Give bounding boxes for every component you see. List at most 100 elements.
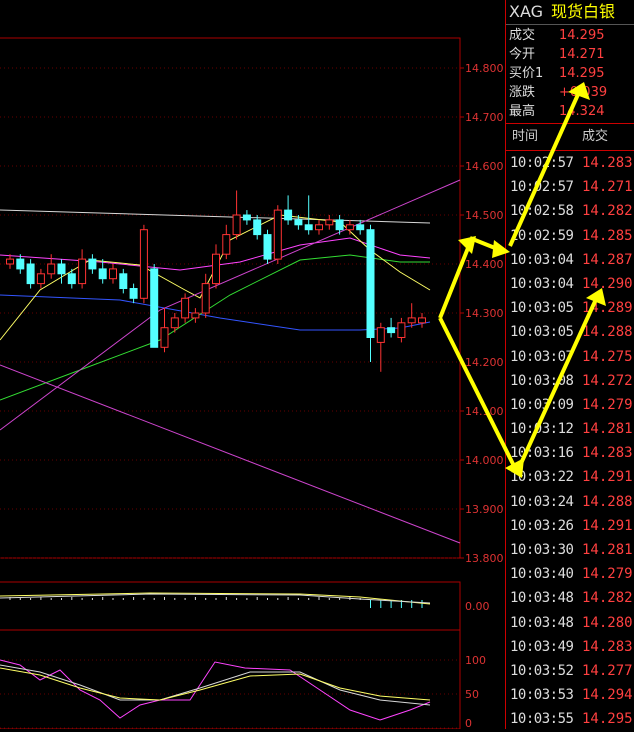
tick-time: 10:03:16	[510, 445, 574, 462]
tick-time: 10:03:55	[510, 711, 574, 728]
tick-row: 10:02:59 14.285	[506, 224, 634, 248]
quote-label: 成交	[509, 28, 536, 43]
tick-row: 10:03:08 14.272	[506, 369, 634, 393]
quote-value: +0.039	[559, 85, 608, 100]
price-tick-label: 14.500	[465, 209, 504, 222]
candle-body	[201, 283, 210, 314]
ticks-header: 时间 成交	[506, 124, 634, 151]
tick-price: 14.289	[582, 300, 633, 317]
ticks-list[interactable]: 10:02:57 14.283 10:02:57 14.271 10:02:58 14.2…	[506, 151, 634, 732]
candle-body	[304, 224, 313, 231]
price-tick-label: 14.400	[465, 258, 504, 271]
candle-body	[387, 327, 396, 334]
candle-body	[273, 209, 282, 260]
candle-body	[129, 288, 138, 299]
quote-value: 14.295	[559, 28, 605, 43]
tick-time: 10:03:53	[510, 687, 574, 704]
tick-time: 10:03:05	[510, 300, 574, 317]
candle-body	[98, 268, 107, 280]
quote-row-open: 今开 14.271	[506, 45, 634, 64]
candle-body	[366, 229, 375, 338]
tick-price: 14.291	[582, 469, 633, 486]
candle-body	[150, 268, 159, 348]
tick-price: 14.285	[582, 227, 633, 244]
quote-label: 涨跌	[509, 85, 536, 100]
candle-body	[376, 327, 385, 343]
ticks-header-time: 时间	[512, 129, 539, 144]
sub2-line-white	[0, 664, 431, 706]
tick-price: 14.282	[582, 590, 633, 607]
quote-label: 最高	[509, 104, 536, 119]
trend-line-down	[0, 364, 461, 544]
tick-row: 10:03:24 14.288	[506, 490, 634, 514]
candle-body	[397, 322, 406, 338]
candle-body	[139, 229, 148, 299]
tick-row: 10:03:09 14.279	[506, 393, 634, 417]
price-tick-label: 14.200	[465, 356, 504, 369]
sub1-line-white	[0, 593, 431, 604]
candle-body	[57, 263, 66, 275]
tick-row: 10:02:58 14.282	[506, 199, 634, 223]
tick-time: 10:02:59	[510, 227, 574, 244]
tick-row: 10:03:05 14.288	[506, 320, 634, 344]
tick-price: 14.281	[582, 421, 633, 438]
candle-body	[26, 263, 35, 285]
sub2-tick-label: 50	[465, 688, 479, 701]
tick-time: 10:03:04	[510, 251, 574, 268]
tick-price: 14.277	[582, 662, 633, 679]
candle-body	[191, 312, 200, 319]
tick-row: 10:02:57 14.283	[506, 151, 634, 175]
tick-row: 10:03:05 14.289	[506, 296, 634, 320]
candle-body	[242, 214, 251, 221]
candle-body	[6, 258, 14, 265]
quote-row-last: 成交 14.295	[506, 26, 634, 45]
tick-row: 10:03:40 14.279	[506, 562, 634, 586]
candle-body	[325, 219, 334, 226]
tick-time: 10:03:40	[510, 566, 574, 583]
candle-body	[109, 268, 117, 280]
tick-price: 14.294	[582, 687, 633, 704]
tick-time: 10:03:09	[510, 396, 574, 413]
tick-time: 10:03:48	[510, 590, 574, 607]
quote-row-high: 最高 14.324	[506, 102, 634, 121]
tick-price: 14.283	[582, 638, 633, 655]
symbol-name: 现货白银	[551, 2, 616, 21]
tick-price: 14.295	[582, 711, 633, 728]
candle-body	[119, 273, 128, 289]
tick-price: 14.282	[582, 203, 633, 220]
tick-row: 10:03:48 14.282	[506, 586, 634, 610]
price-tick-label: 14.000	[465, 454, 504, 467]
tick-row: 10:02:57 14.271	[506, 175, 634, 199]
tick-price: 14.288	[582, 324, 633, 341]
tick-row: 10:03:48 14.280	[506, 611, 634, 635]
tick-time: 10:03:08	[510, 372, 574, 389]
candle-body	[212, 253, 220, 285]
candle-body	[88, 258, 97, 270]
symbol-header: XAG 现货白银	[506, 0, 634, 25]
candle-body	[345, 224, 354, 231]
candle-body	[222, 234, 231, 255]
candle-body	[232, 214, 241, 236]
symbol-code: XAG	[509, 2, 544, 21]
tick-price: 14.288	[582, 493, 633, 510]
tick-time: 10:03:12	[510, 421, 574, 438]
candle-body	[263, 234, 272, 260]
candle-body	[181, 297, 190, 319]
price-tick-label: 14.100	[465, 405, 504, 418]
tick-price: 14.283	[582, 445, 633, 462]
price-tick-label: 14.700	[465, 111, 504, 124]
quote-value: 14.295	[559, 66, 605, 81]
tick-row: 10:03:07 14.275	[506, 345, 634, 369]
candlestick-chart: 14.800 14.700 14.600 14.500 14.400 14.300 14.2…	[0, 37, 504, 729]
candle-body	[170, 317, 179, 329]
tick-row: 10:03:53 14.294	[506, 683, 634, 707]
tick-price: 14.279	[582, 396, 633, 413]
tick-row: 10:03:52 14.277	[506, 659, 634, 683]
tick-price: 14.280	[582, 614, 633, 631]
tick-price: 14.279	[582, 566, 633, 583]
candle-body	[160, 327, 169, 348]
ticks-header-price: 成交	[582, 129, 609, 144]
price-tick-label: 13.900	[465, 503, 504, 516]
tick-time: 10:02:58	[510, 203, 574, 220]
candle-body	[407, 317, 416, 324]
